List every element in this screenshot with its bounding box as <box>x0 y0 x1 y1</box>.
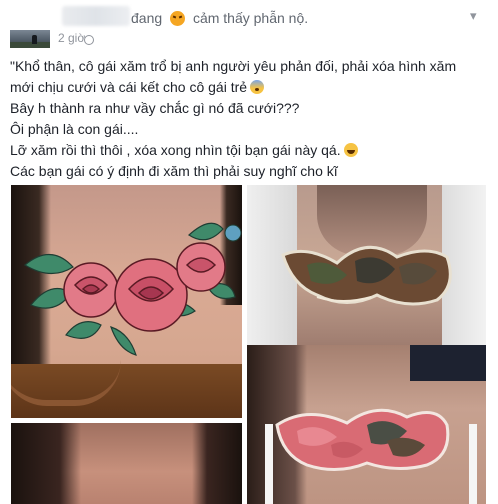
avatar[interactable] <box>10 30 50 48</box>
photo-bare-chest[interactable] <box>11 423 242 504</box>
blurred-author-name[interactable] <box>62 6 130 26</box>
post-time[interactable]: 2 giờ <box>58 31 85 45</box>
post-line-2: mới chịu cưới và cái kết cho cô gái trẻ <box>10 78 490 97</box>
status-feeling[interactable]: cảm thấy phẫn nộ. <box>193 10 308 26</box>
status-line: đang cảm thấy phẫn nộ. <box>131 10 308 26</box>
fearful-face-icon <box>250 80 265 94</box>
photo-burned-removal[interactable] <box>247 185 486 345</box>
photo-rose-tattoo[interactable] <box>11 185 242 418</box>
post-line-4: Ôi phận là con gái.... <box>10 121 139 137</box>
post-body: "Khổ thân, cô gái xăm trổ bị anh người y… <box>10 57 490 183</box>
post-line-6: Các bạn gái có ý định đi xăm thì phải su… <box>10 163 338 179</box>
status-action: đang <box>131 10 163 26</box>
post-line-5: Lỡ xăm rồi thì thôi , xóa xong nhìn tội … <box>10 141 490 160</box>
photo-scarring-removal[interactable] <box>247 345 486 504</box>
angry-face-icon <box>170 11 186 26</box>
globe-icon <box>84 35 94 45</box>
post-line-3: Bây h thành ra như vầy chắc gì nó đã cướ… <box>10 100 300 116</box>
laughing-face-icon <box>343 143 358 157</box>
chevron-down-icon[interactable]: ▾ <box>470 8 477 24</box>
post-header: đang cảm thấy phẫn nộ. ▾ 2 giờ <box>0 0 498 50</box>
post-line-1: "Khổ thân, cô gái xăm trổ bị anh người y… <box>10 58 457 74</box>
